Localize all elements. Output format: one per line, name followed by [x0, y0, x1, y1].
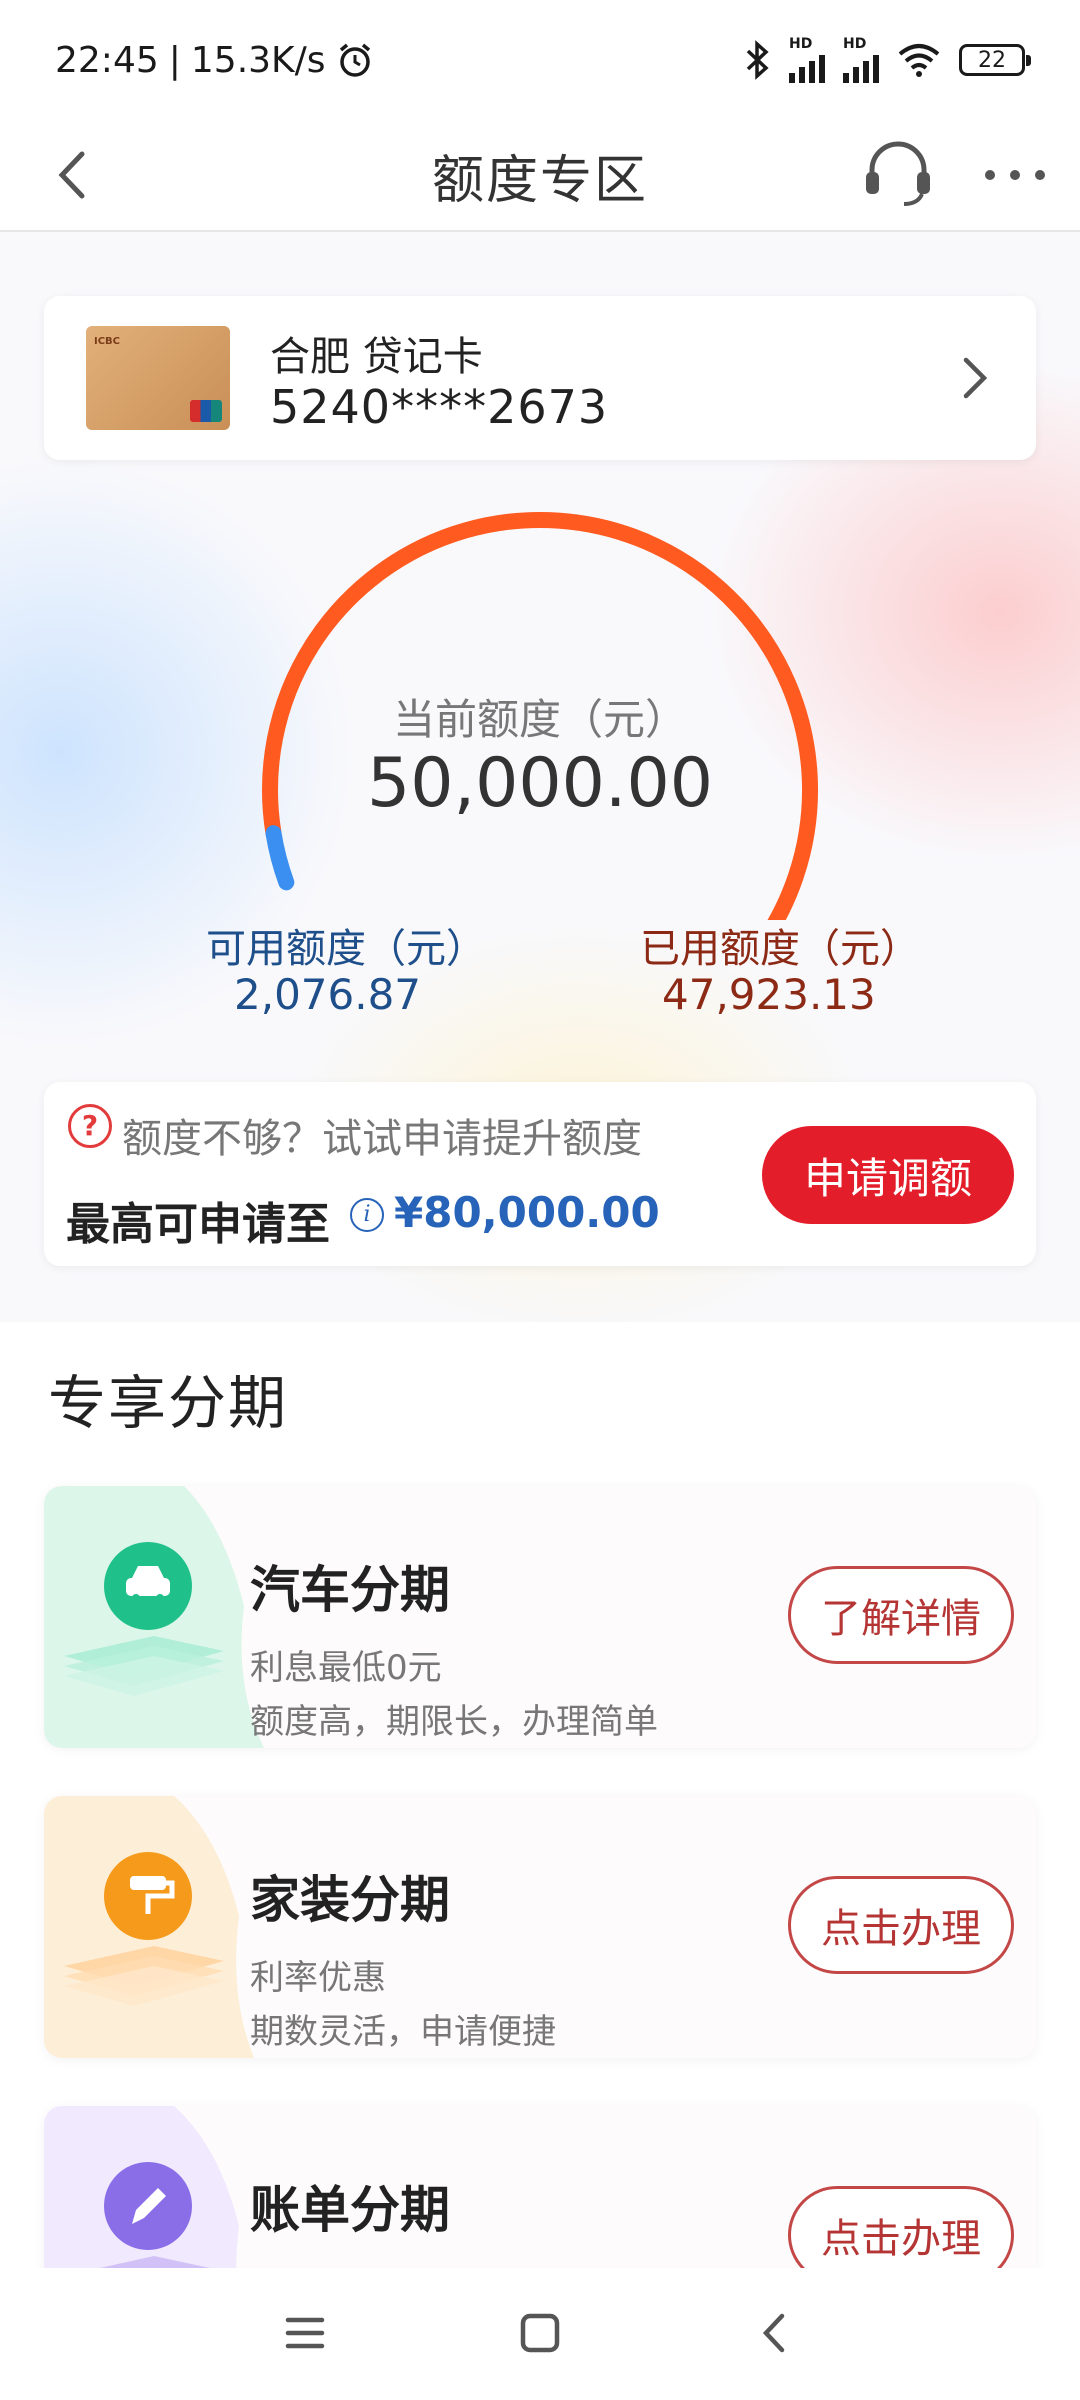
- card-name: 合肥 贷记卡: [270, 334, 483, 380]
- status-bar: 22:45 | 15.3K/s HD HD 22: [0, 0, 1080, 120]
- card-number: 5240****2673: [270, 380, 609, 434]
- header: 额度专区: [0, 120, 1080, 232]
- battery-level: 22: [978, 47, 1006, 73]
- page-title: 额度专区: [431, 150, 648, 211]
- installment-card-car[interactable]: 汽车分期 利息最低0元 额度高，期限长，办理简单 了解详情: [44, 1486, 1036, 1748]
- current-limit-label: 当前额度（元）: [392, 695, 687, 744]
- installment-title: 家装分期: [250, 1871, 450, 1929]
- section-title: 专享分期: [48, 1369, 289, 1437]
- current-limit-value: 50,000.00: [366, 744, 714, 823]
- paint-roller-icon: [44, 1796, 254, 2058]
- raise-limit-panel: ? 额度不够？试试申请提升额度 最高可申请至 i ¥80,000.00 申请调额: [44, 1082, 1036, 1266]
- bank-logo-icon: ICBC: [94, 336, 121, 347]
- available-limit-value: 2,076.87: [234, 970, 422, 1019]
- alarm-icon: [339, 43, 370, 77]
- status-right: HD HD 22: [745, 36, 1031, 83]
- installment-card-home[interactable]: 家装分期 利率优惠 期数灵活，申请便捷 点击办理: [44, 1796, 1036, 2058]
- installment-title: 账单分期: [250, 2181, 450, 2239]
- status-left: 22:45 | 15.3K/s: [55, 40, 374, 81]
- raise-max-amount: ¥80,000.00: [394, 1188, 660, 1237]
- info-icon[interactable]: i: [350, 1198, 384, 1232]
- available-limit-label: 可用额度（元）: [206, 926, 486, 972]
- wifi-icon: [898, 44, 940, 77]
- headset-icon[interactable]: [858, 134, 938, 214]
- used-limit-label: 已用额度（元）: [640, 926, 920, 972]
- gauge-available-arc: [265, 825, 295, 891]
- back-chevron-icon[interactable]: [40, 140, 110, 210]
- car-icon: [44, 1486, 264, 1748]
- status-time: 22:45: [55, 39, 159, 81]
- installment-subtitle: 利息最低0元: [250, 1648, 442, 1688]
- hd-label: HD: [789, 36, 813, 52]
- chevron-right-icon[interactable]: [944, 348, 1004, 408]
- used-limit-value: 47,923.13: [662, 970, 876, 1019]
- card-image: ICBC: [86, 326, 230, 430]
- question-icon: ?: [68, 1104, 112, 1148]
- back-triangle-icon[interactable]: [740, 2298, 810, 2368]
- system-navigation-bar: [0, 2268, 1080, 2400]
- signal-icon: [789, 51, 825, 83]
- battery-icon: 22: [959, 44, 1031, 76]
- apply-now-button[interactable]: 点击办理: [788, 1876, 1014, 1974]
- installment-description: 期数灵活，申请便捷: [250, 2012, 556, 2052]
- bluetooth-icon: [746, 40, 769, 80]
- apply-raise-button[interactable]: 申请调额: [762, 1126, 1014, 1224]
- hd-label: HD: [843, 36, 867, 52]
- home-square-icon[interactable]: [505, 2298, 575, 2368]
- installment-title: 汽车分期: [250, 1561, 450, 1619]
- learn-more-button[interactable]: 了解详情: [788, 1566, 1014, 1664]
- raise-max-label: 最高可申请至: [66, 1199, 330, 1250]
- menu-icon[interactable]: [270, 2298, 340, 2368]
- more-dots-icon[interactable]: [980, 150, 1050, 200]
- installment-description: 额度高，期限长，办理简单: [250, 1702, 658, 1742]
- card-selector[interactable]: ICBC 合肥 贷记卡 5240****2673: [44, 296, 1036, 460]
- status-speed: 15.3K/s: [190, 39, 326, 81]
- installment-subtitle: 利率优惠: [250, 1958, 386, 1998]
- raise-prompt: 额度不够？试试申请提升额度: [122, 1116, 642, 1162]
- unionpay-logo-icon: [190, 400, 222, 422]
- signal-icon: [843, 51, 879, 83]
- status-divider: |: [168, 39, 181, 81]
